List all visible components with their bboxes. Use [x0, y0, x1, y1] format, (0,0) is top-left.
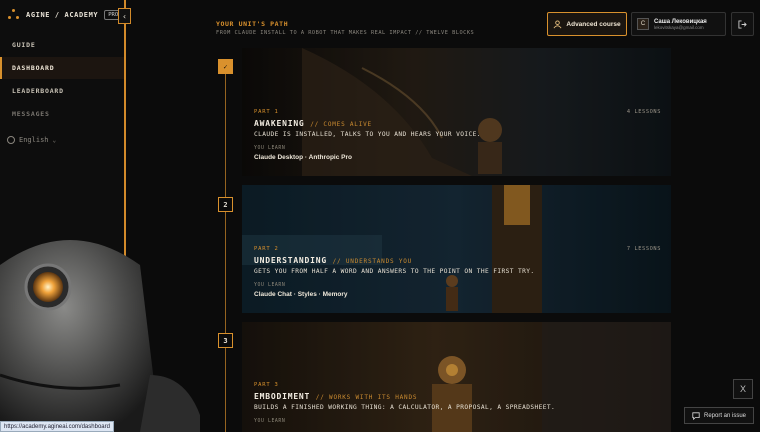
block-description: BUILDS A FINISHED WORKING THING: A CALCU…: [254, 404, 556, 411]
block-title-text: AWAKENING: [254, 119, 305, 128]
sidebar-collapse-button[interactable]: ‹: [118, 8, 131, 24]
path-block-understanding[interactable]: PART 2 UNDERSTANDING // UNDERSTANDS YOU …: [242, 185, 671, 313]
nav-item-dashboard[interactable]: DASHBOARD: [0, 57, 124, 79]
step-marker-2: 2: [218, 197, 233, 212]
nav-item-messages[interactable]: MESSAGES: [0, 103, 124, 125]
block-tag: // COMES ALIVE: [310, 121, 372, 128]
chevron-down-icon: ⌄: [52, 136, 57, 144]
you-learn-label: YOU LEARN: [254, 419, 286, 424]
lessons-count: 4 LESSONS: [626, 109, 661, 115]
block-part-label: PART 3: [254, 382, 279, 388]
language-selector[interactable]: English ⌄: [7, 136, 56, 144]
you-learn-items: Claude Chat · Styles · Memory: [254, 291, 348, 298]
step-marker-3: 3: [218, 333, 233, 348]
block-title-text: EMBODIMENT: [254, 392, 311, 401]
block-title-text: UNDERSTANDING: [254, 256, 328, 265]
logout-icon: [738, 19, 747, 29]
brand-logo-icon: [8, 9, 20, 21]
block-tag: // WORKS WITH ITS HANDS: [315, 394, 418, 401]
you-learn-items: Claude Desktop · Anthropic Pro: [254, 154, 352, 161]
report-issue-label: Report an issue: [703, 412, 747, 419]
block-part-label: PART 1: [254, 109, 279, 115]
report-issue-button[interactable]: Report an issue: [684, 407, 754, 424]
sidebar-nav: GUIDE DASHBOARD LEADERBOARD MESSAGES: [0, 34, 124, 126]
step-marker-1: ✓: [218, 59, 233, 74]
block-title: EMBODIMENT // WORKS WITH ITS HANDS: [254, 392, 555, 401]
logout-button[interactable]: [731, 12, 754, 36]
user-profile-card[interactable]: С Саша Лековицкая lekovitskaya@gmail.com: [631, 12, 726, 36]
nav-item-leaderboard[interactable]: LEADERBOARD: [0, 80, 124, 102]
robot-illustration: [0, 240, 200, 432]
x-logo-icon: X: [739, 384, 746, 394]
block-description: GETS YOU FROM HALF A WORD AND ANSWERS TO…: [254, 268, 535, 275]
page-title: YOUR UNIT'S PATH: [216, 20, 289, 28]
user-icon: [553, 19, 562, 28]
block-description: CLAUDE IS INSTALLED, TALKS TO YOU AND HE…: [254, 131, 481, 138]
brand[interactable]: AGINE / ACADEMY PRO: [8, 9, 123, 21]
brand-name: AGINE / ACADEMY: [26, 11, 99, 19]
x-social-button[interactable]: X: [733, 379, 753, 399]
block-part-label: PART 2: [254, 246, 279, 252]
user-name: Саша Лековицкая: [654, 18, 707, 25]
block-title: UNDERSTANDING // UNDERSTANDS YOU: [254, 256, 535, 265]
globe-icon: [7, 136, 15, 144]
user-email: lekovitskaya@gmail.com: [654, 24, 704, 30]
language-label: English: [19, 136, 49, 144]
page-subtitle: FROM CLAUDE INSTALL TO A ROBOT THAT MAKE…: [216, 30, 475, 36]
advanced-course-label: Advanced course: [566, 20, 621, 28]
lessons-count: 7 LESSONS: [626, 246, 661, 252]
path-block-awakening[interactable]: PART 1 AWAKENING // COMES ALIVE CLAUDE I…: [242, 48, 671, 176]
block-title: AWAKENING // COMES ALIVE: [254, 119, 481, 128]
you-learn-label: YOU LEARN: [254, 283, 286, 288]
nav-item-guide[interactable]: GUIDE: [0, 34, 124, 56]
block-tag: // UNDERSTANDS YOU: [332, 258, 413, 265]
status-bar-url: https://academy.agineai.com/dashboard: [0, 421, 114, 432]
you-learn-label: YOU LEARN: [254, 146, 286, 151]
chat-bubble-icon: [692, 411, 700, 420]
timeline-line: [225, 74, 226, 432]
avatar: С: [637, 18, 649, 30]
advanced-course-button[interactable]: Advanced course: [547, 12, 627, 36]
path-block-embodiment[interactable]: PART 3 EMBODIMENT // WORKS WITH ITS HAND…: [242, 322, 671, 432]
